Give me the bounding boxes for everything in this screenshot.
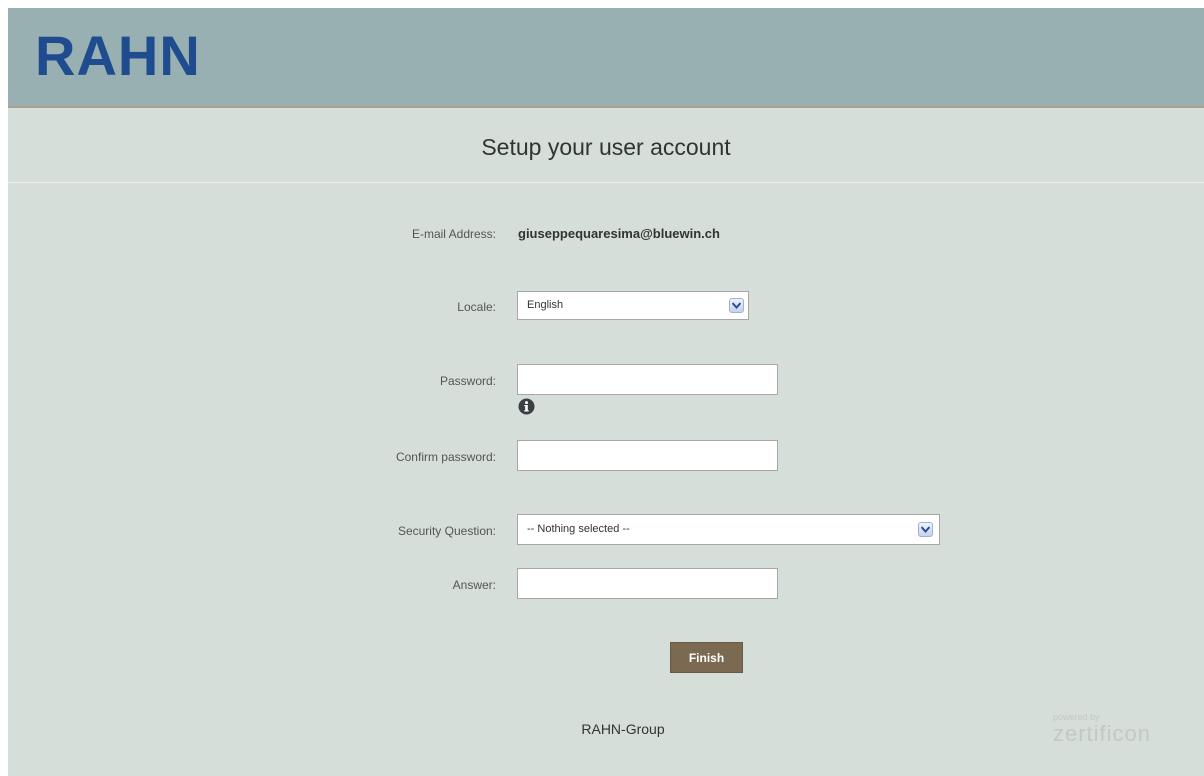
zertificon-brand: zertificon xyxy=(1053,721,1152,746)
footer-company: RAHN-Group xyxy=(581,721,665,737)
page-frame: RAHN Setup your user account E-mail Addr… xyxy=(8,8,1204,776)
locale-select[interactable]: English xyxy=(517,291,749,320)
info-icon[interactable] xyxy=(518,398,535,415)
security-question-label: Security Question: xyxy=(397,524,496,538)
powered-by-logo: powered by zertificon xyxy=(1053,712,1151,746)
email-value: giuseppequaresima@bluewin.ch xyxy=(518,226,720,241)
header: RAHN xyxy=(8,8,1204,108)
page-title: Setup your user account xyxy=(481,134,731,160)
email-label: E-mail Address: xyxy=(411,227,496,241)
answer-label: Answer: xyxy=(452,578,496,592)
title-bar: Setup your user account xyxy=(8,108,1204,183)
locale-label: Locale: xyxy=(457,300,496,314)
confirm-password-label: Confirm password: xyxy=(395,450,496,464)
security-question-selected-value: -- Nothing selected -- xyxy=(527,523,630,535)
password-field[interactable] xyxy=(517,364,778,395)
finish-button[interactable]: Finish xyxy=(670,642,743,673)
answer-field[interactable] xyxy=(517,568,778,599)
chevron-down-icon[interactable] xyxy=(729,298,744,313)
locale-selected-value: English xyxy=(527,299,564,311)
confirm-password-field[interactable] xyxy=(517,440,778,471)
security-question-select[interactable]: -- Nothing selected -- xyxy=(517,514,940,545)
rahn-logo: RAHN xyxy=(35,24,201,87)
chevron-down-icon[interactable] xyxy=(918,522,933,537)
password-label: Password: xyxy=(439,374,496,388)
